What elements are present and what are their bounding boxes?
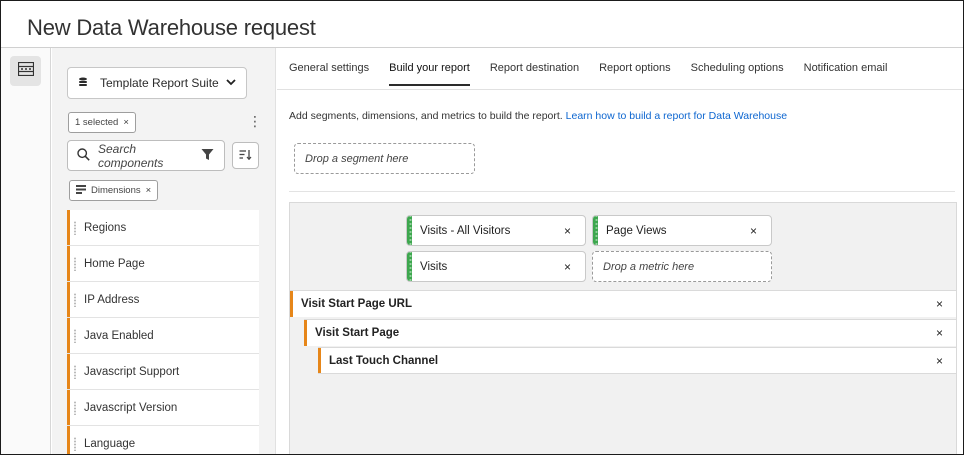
page-title: New Data Warehouse request — [27, 15, 316, 40]
tab-scheduling-options[interactable]: Scheduling options — [691, 62, 784, 86]
metric-chip[interactable]: Visits × — [406, 251, 586, 282]
list-item[interactable]: Java Enabled — [67, 318, 259, 354]
sort-button[interactable] — [232, 142, 259, 169]
left-rail — [1, 48, 51, 454]
dimension-row[interactable]: Last Touch Channel × — [318, 347, 956, 374]
metric-drop-zone[interactable]: Drop a metric here — [592, 251, 772, 282]
dimensions-filter-tag[interactable]: Dimensions × — [69, 180, 159, 201]
dimension-accent — [67, 390, 70, 425]
drag-handle-icon[interactable] — [593, 216, 598, 245]
panel-toggle-button[interactable] — [10, 56, 41, 86]
more-options-icon[interactable]: ⋮ — [248, 114, 262, 128]
drag-handle-icon[interactable] — [74, 437, 76, 451]
drag-handle-icon[interactable] — [74, 329, 76, 343]
list-item[interactable]: IP Address — [67, 282, 259, 318]
list-item-label: Regions — [84, 221, 127, 234]
close-icon[interactable]: × — [936, 354, 943, 368]
drag-handle-icon[interactable] — [407, 252, 412, 281]
learn-more-link[interactable]: Learn how to build a report for Data War… — [566, 110, 787, 122]
list-item-label: Language — [84, 437, 136, 450]
tabs-divider — [277, 89, 963, 90]
list-item[interactable]: Language — [67, 426, 259, 454]
metric-label: Visits — [420, 260, 448, 273]
tab-bar: General settings Build your report Repor… — [289, 62, 907, 86]
report-suite-label: Template Report Suite — [100, 76, 219, 90]
dimension-accent — [67, 282, 70, 317]
tab-general-settings[interactable]: General settings — [289, 62, 369, 86]
dimension-accent — [304, 320, 307, 346]
dimensions-tag-label: Dimensions — [91, 185, 141, 196]
dimension-row[interactable]: Visit Start Page × — [304, 319, 956, 346]
instructions-text: Add segments, dimensions, and metrics to… — [289, 110, 787, 122]
report-canvas: Visits - All Visitors × Page Views × Vis… — [289, 202, 957, 454]
metric-chip[interactable]: Page Views × — [592, 215, 772, 246]
components-panel: Template Report Suite 1 selected × ⋮ Sea… — [52, 48, 276, 454]
tab-build-your-report[interactable]: Build your report — [389, 62, 470, 86]
dimension-row-label: Visit Start Page URL — [301, 298, 412, 310]
search-input[interactable]: Search components — [67, 140, 225, 171]
selected-filter-tag[interactable]: 1 selected × — [68, 112, 136, 133]
instructions-label: Add segments, dimensions, and metrics to… — [289, 110, 563, 122]
chevron-down-icon — [226, 77, 236, 89]
tab-report-options[interactable]: Report options — [599, 62, 671, 86]
request-window: New Data Warehouse request Template Repo… — [0, 0, 964, 455]
tab-report-destination[interactable]: Report destination — [490, 62, 579, 86]
close-icon[interactable]: × — [146, 185, 152, 196]
close-icon[interactable]: × — [564, 260, 571, 274]
dimensions-icon — [76, 184, 86, 197]
metric-label: Visits - All Visitors — [420, 224, 511, 237]
dimension-accent — [67, 318, 70, 353]
stack-icon — [78, 76, 88, 90]
panel-icon — [17, 61, 34, 81]
list-item-label: Java Enabled — [84, 329, 154, 342]
list-item[interactable]: Javascript Version — [67, 390, 259, 426]
search-placeholder: Search components — [98, 141, 164, 170]
sort-icon — [239, 149, 252, 163]
segment-drop-zone[interactable]: Drop a segment here — [294, 143, 475, 174]
dimension-accent — [318, 348, 321, 373]
metric-label: Page Views — [606, 224, 667, 237]
dimension-accent — [67, 246, 70, 281]
dimension-accent — [67, 210, 70, 245]
drag-handle-icon[interactable] — [407, 216, 412, 245]
dimension-row[interactable]: Visit Start Page URL × — [290, 290, 956, 317]
close-icon[interactable]: × — [564, 224, 571, 238]
selected-tag-label: 1 selected — [75, 117, 119, 128]
drag-handle-icon[interactable] — [74, 221, 76, 235]
dimension-accent — [67, 354, 70, 389]
list-item-label: Javascript Version — [84, 401, 178, 414]
dimension-row-label: Last Touch Channel — [329, 354, 439, 367]
close-icon[interactable]: × — [936, 326, 943, 340]
drag-handle-icon[interactable] — [74, 365, 76, 379]
report-suite-picker[interactable]: Template Report Suite — [67, 67, 247, 99]
list-item[interactable]: Javascript Support — [67, 354, 259, 390]
drag-handle-icon[interactable] — [74, 401, 76, 415]
drag-handle-icon[interactable] — [74, 293, 76, 307]
close-icon[interactable]: × — [936, 297, 943, 311]
close-icon[interactable]: × — [750, 224, 757, 238]
metric-chip[interactable]: Visits - All Visitors × — [406, 215, 586, 246]
dimension-row-label: Visit Start Page — [315, 327, 400, 339]
search-icon — [77, 147, 90, 164]
list-item[interactable]: Home Page — [67, 246, 259, 282]
dimension-accent — [67, 426, 70, 454]
section-divider — [289, 191, 955, 192]
list-item-label: Javascript Support — [84, 365, 180, 378]
filter-icon[interactable] — [201, 148, 214, 164]
list-item-label: Home Page — [84, 257, 145, 270]
list-item-label: IP Address — [84, 293, 140, 306]
tab-notification-email[interactable]: Notification email — [804, 62, 888, 86]
close-icon[interactable]: × — [123, 117, 129, 128]
dimension-accent — [290, 291, 293, 317]
list-item[interactable]: Regions — [67, 210, 259, 246]
dimension-list: Regions Home Page IP Address Java Enable… — [67, 210, 259, 454]
drag-handle-icon[interactable] — [74, 257, 76, 271]
